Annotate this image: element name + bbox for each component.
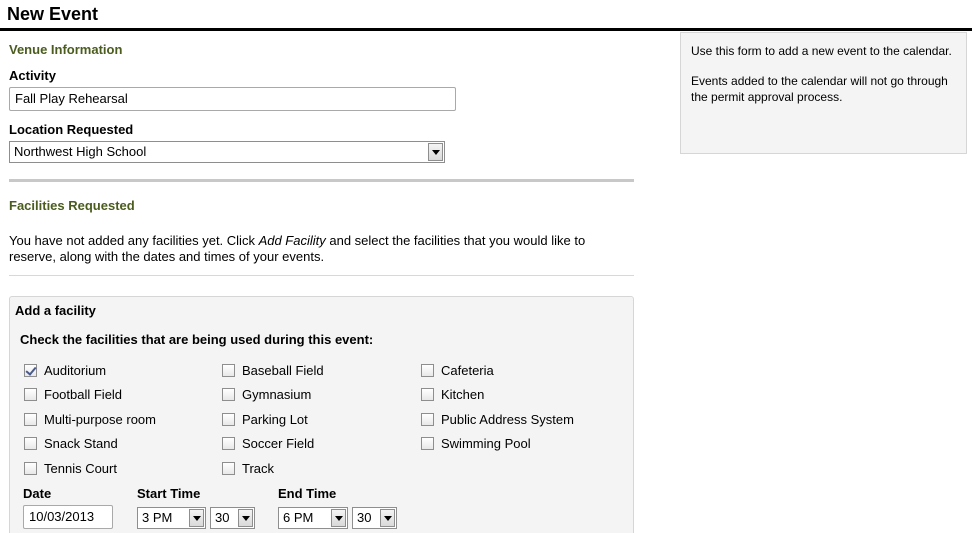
page-title: New Event	[7, 4, 99, 24]
title-divider	[0, 28, 972, 31]
facility-label: Track	[242, 461, 275, 476]
facility-football-field[interactable]: Football Field	[24, 387, 122, 402]
date-input[interactable]: 10/03/2013	[23, 505, 113, 529]
facility-label: Multi-purpose room	[44, 412, 156, 427]
facility-snack-stand[interactable]: Snack Stand	[24, 436, 118, 451]
multi-purpose-room-checkbox[interactable]	[24, 413, 37, 426]
section-divider	[9, 179, 634, 182]
facility-label: Football Field	[44, 387, 123, 402]
start-hour-value: 3 PM	[142, 510, 173, 525]
facility-label: Parking Lot	[242, 412, 308, 427]
chevron-down-icon[interactable]	[380, 509, 395, 527]
add-facility-panel: Add a facility Check the facilities that…	[9, 296, 634, 533]
facility-label: Cafeteria	[441, 363, 494, 378]
swimming-pool-checkbox[interactable]	[421, 437, 434, 450]
help-sidebar: Use this form to add a new event to the …	[680, 32, 967, 154]
intro-text-start: You have not added any facilities yet. C…	[9, 233, 259, 248]
facility-auditorium[interactable]: Auditorium	[24, 363, 106, 378]
location-select[interactable]: Northwest High School	[9, 141, 445, 163]
end-minute-select[interactable]: 30	[352, 507, 397, 529]
public-address-system-checkbox[interactable]	[421, 413, 434, 426]
football-field-checkbox[interactable]	[24, 388, 37, 401]
snack-stand-checkbox[interactable]	[24, 437, 37, 450]
baseball-field-checkbox[interactable]	[222, 364, 235, 377]
add-facility-title: Add a facility	[15, 303, 96, 318]
facility-label: Auditorium	[44, 363, 107, 378]
gymnasium-checkbox[interactable]	[222, 388, 235, 401]
activity-label: Activity	[9, 68, 56, 83]
facility-tennis-court[interactable]: Tennis Court	[24, 461, 117, 476]
intro-divider	[9, 275, 634, 276]
chevron-down-icon[interactable]	[331, 509, 346, 527]
cafeteria-checkbox[interactable]	[421, 364, 434, 377]
facility-label: Gymnasium	[242, 387, 312, 402]
date-label: Date	[23, 486, 52, 501]
parking-lot-checkbox[interactable]	[222, 413, 235, 426]
auditorium-checkbox[interactable]	[24, 364, 37, 377]
facility-swimming-pool[interactable]: Swimming Pool	[421, 436, 531, 451]
facility-label: Soccer Field	[242, 436, 315, 451]
start-hour-select[interactable]: 3 PM	[137, 507, 206, 529]
end-time-label: End Time	[278, 486, 337, 501]
facilities-instructions: Check the facilities that are being used…	[20, 332, 374, 347]
chevron-down-icon[interactable]	[428, 143, 443, 161]
tennis-court-checkbox[interactable]	[24, 462, 37, 475]
facility-track[interactable]: Track	[222, 461, 274, 476]
facility-baseball-field[interactable]: Baseball Field	[222, 363, 324, 378]
location-label: Location Requested	[9, 122, 134, 137]
facility-label: Tennis Court	[44, 461, 117, 476]
help-text-permit: Events added to the calendar will not go…	[691, 74, 948, 104]
activity-input[interactable]: Fall Play Rehearsal	[9, 87, 456, 111]
chevron-down-icon[interactable]	[238, 509, 253, 527]
facility-label: Swimming Pool	[441, 436, 531, 451]
add-facility-emphasis: Add Facility	[258, 233, 326, 248]
facility-gymnasium[interactable]: Gymnasium	[222, 387, 311, 402]
facilities-requested-heading: Facilities Requested	[9, 198, 135, 213]
track-checkbox[interactable]	[222, 462, 235, 475]
soccer-field-checkbox[interactable]	[222, 437, 235, 450]
facility-kitchen[interactable]: Kitchen	[421, 387, 484, 402]
facility-label: Kitchen	[441, 387, 485, 402]
facility-parking-lot[interactable]: Parking Lot	[222, 412, 308, 427]
chevron-down-icon[interactable]	[189, 509, 204, 527]
facility-multi-purpose-room[interactable]: Multi-purpose room	[24, 412, 156, 427]
end-minute-value: 30	[357, 510, 372, 525]
start-minute-select[interactable]: 30	[210, 507, 255, 529]
start-time-label: Start Time	[137, 486, 201, 501]
end-hour-value: 6 PM	[283, 510, 314, 525]
venue-information-heading: Venue Information	[9, 42, 123, 57]
start-minute-value: 30	[215, 510, 230, 525]
facility-soccer-field[interactable]: Soccer Field	[222, 436, 314, 451]
facility-label: Snack Stand	[44, 436, 118, 451]
facility-label: Baseball Field	[242, 363, 324, 378]
help-text-intro: Use this form to add a new event to the …	[691, 44, 952, 58]
facility-cafeteria[interactable]: Cafeteria	[421, 363, 494, 378]
facility-public-address-system[interactable]: Public Address System	[421, 412, 574, 427]
end-hour-select[interactable]: 6 PM	[278, 507, 348, 529]
kitchen-checkbox[interactable]	[421, 388, 434, 401]
facilities-intro-text: You have not added any facilities yet. C…	[9, 233, 634, 265]
facility-label: Public Address System	[441, 412, 574, 427]
location-select-value: Northwest High School	[14, 144, 147, 159]
